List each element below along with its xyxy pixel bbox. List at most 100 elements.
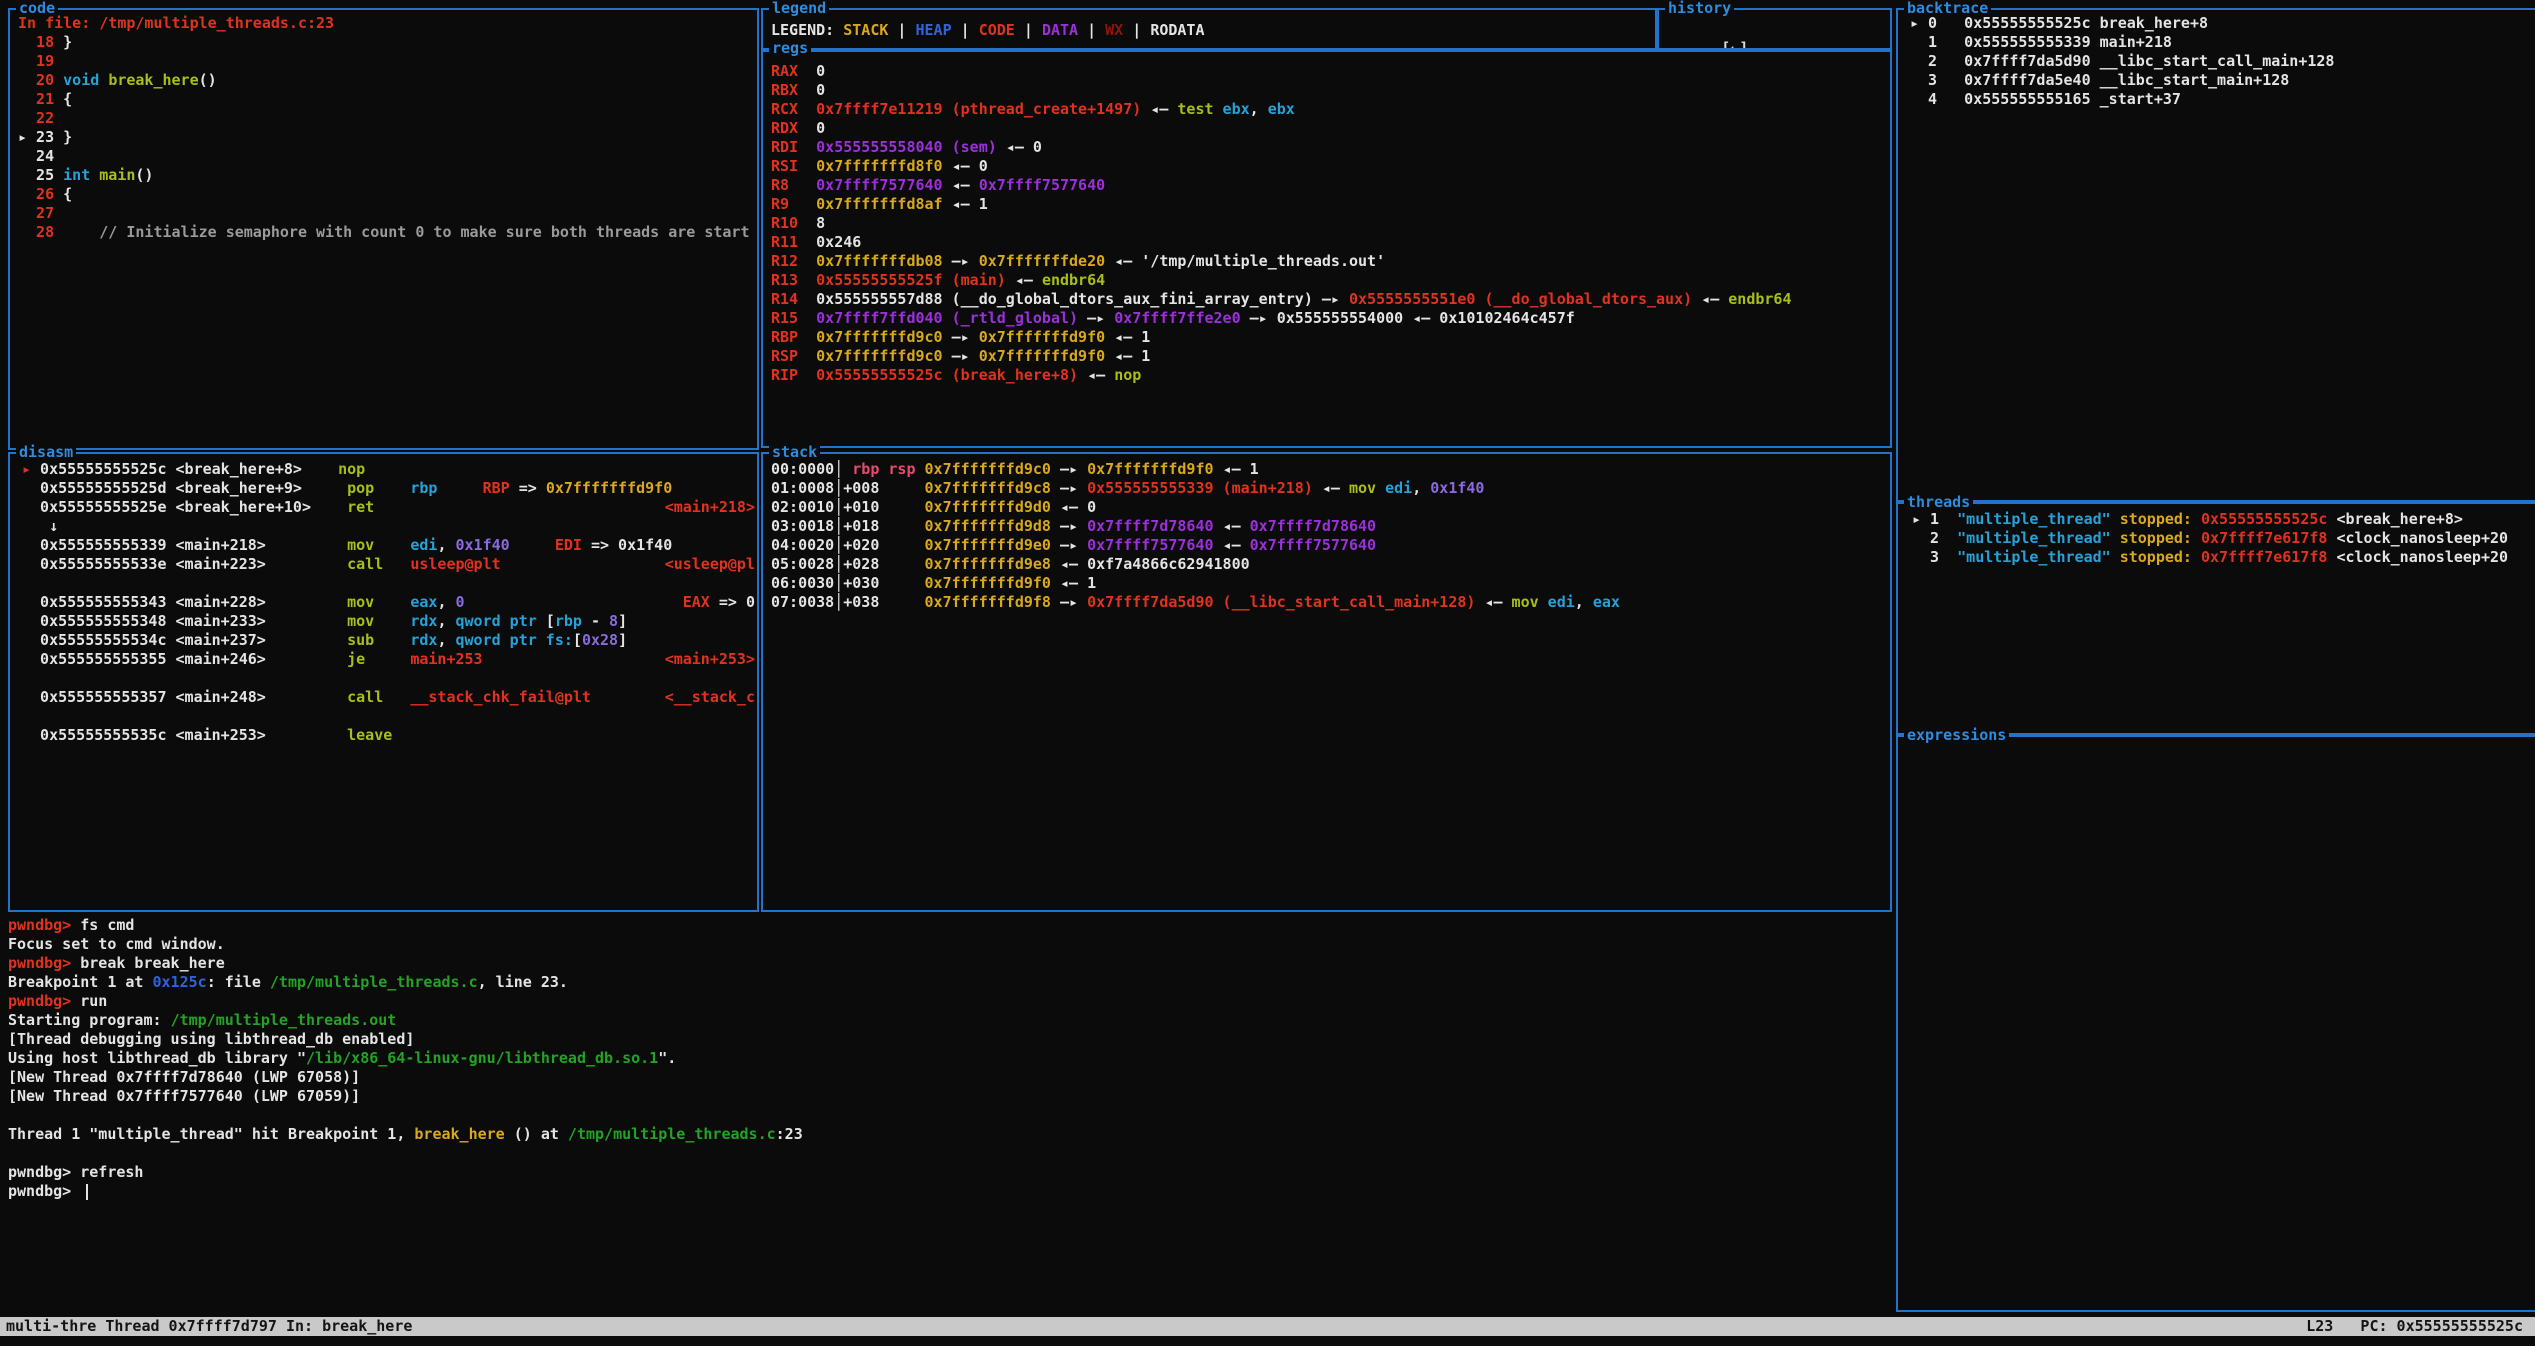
stack-line: 02:0010│+010 0x7fffffffd9d0 ◂— 0: [771, 498, 1890, 517]
registers-segment: test: [1177, 100, 1213, 118]
disasm-segment: [374, 631, 410, 649]
stack-segment: 06:0030: [771, 574, 834, 592]
registers-segment: 0x7ffff7ffe2e0: [1114, 309, 1240, 327]
disasm-segment: [266, 631, 347, 649]
code-segment: (): [199, 71, 217, 89]
disasm-segment: 0x555555555339 <main+218>: [22, 536, 266, 554]
terminal-line: pwndbg> fs cmd: [8, 916, 1888, 935]
disasm-segment: ret: [347, 498, 374, 516]
registers-segment: 0x555555554000: [1277, 309, 1403, 327]
threads-segment: <clock_nanosleep+20: [2336, 529, 2508, 547]
legend-segment: CODE: [979, 21, 1015, 39]
disasm-segment: [510, 536, 555, 554]
threads-segment: stopped:: [2120, 510, 2192, 528]
threads-segment: <break_here+8>: [2336, 510, 2462, 528]
stack-segment: 0x7fffffffd9e0: [925, 536, 1051, 554]
threads-segment: 0x7ffff7e617f8: [2201, 529, 2327, 547]
terminal-segment: run: [80, 992, 107, 1010]
stack-segment: 0x7ffff7d78640: [1250, 517, 1376, 535]
threads-line: 2 "multiple_thread" stopped: 0x7ffff7e61…: [1912, 529, 2535, 548]
registers-segment: ◂—: [1141, 100, 1177, 118]
threads-line: 3 "multiple_thread" stopped: 0x7ffff7e61…: [1912, 548, 2535, 567]
disasm: ▸ 0x55555555525c <break_here+8> nop 0x55…: [10, 454, 757, 910]
disasm-segment: [266, 536, 347, 554]
disasm-line: 0x55555555525d <break_here+9> pop rbp RB…: [22, 479, 757, 498]
stack-segment: —▸: [1051, 479, 1087, 497]
disasm-line: 0x555555555348 <main+233> mov rdx, qword…: [22, 612, 757, 631]
registers-line: R13 0x55555555525f (main) ◂— endbr64: [771, 271, 1890, 290]
code-line: 27: [18, 204, 757, 223]
registers-segment: 8: [816, 214, 825, 232]
registers-segment: R15: [771, 309, 816, 327]
legend-segment: |: [952, 21, 979, 39]
legend-segment: |: [888, 21, 915, 39]
code-segment: break_here: [108, 71, 198, 89]
terminal-line: Breakpoint 1 at 0x125c: file /tmp/multip…: [8, 973, 1888, 992]
registers-segment: ebx: [1268, 100, 1295, 118]
registers-segment: —▸: [943, 347, 979, 365]
registers-segment: R11: [771, 233, 816, 251]
disasm-segment: mov: [347, 536, 374, 554]
code-segment: 22: [18, 109, 54, 127]
disasm-segment: => 0: [710, 593, 755, 611]
stack-segment: 00:0000: [771, 460, 834, 478]
threads-segment: 2: [1912, 529, 1957, 547]
terminal-line: Focus set to cmd window.: [8, 935, 1888, 954]
terminal-segment: Starting program:: [8, 1011, 171, 1029]
registers-line: R9 0x7fffffffd8af ◂— 1: [771, 195, 1890, 214]
registers-segment: ◂— 1: [943, 195, 988, 213]
stack-segment: ◂—: [1313, 479, 1349, 497]
code-segment: int: [63, 166, 90, 184]
code-segment: 25: [18, 166, 63, 184]
terminal-segment: Thread 1 "multiple_thread" hit Breakpoin…: [8, 1125, 414, 1143]
disasm-segment: [266, 612, 347, 630]
disasm-segment: ,: [437, 631, 455, 649]
stack-segment: 0x7fffffffd9e8: [925, 555, 1051, 573]
stack-segment: 03:0018: [771, 517, 834, 535]
registers-segment: 0x7ffff7577640: [979, 176, 1105, 194]
stack-segment: [1539, 593, 1548, 611]
code-line: 24: [18, 147, 757, 166]
stack-segment: 0x555555555339 (main+218): [1087, 479, 1313, 497]
stack-segment: 0x7fffffffd9f0: [1087, 460, 1213, 478]
disasm-segment: [266, 726, 347, 744]
stack-segment: 0x7fffffffd9c0: [925, 460, 1051, 478]
disasm-line: ▸ 0x55555555525c <break_here+8> nop: [22, 460, 757, 479]
code-line: ▸ 23 }: [18, 128, 757, 147]
terminal-line: [Thread debugging using libthread_db ena…: [8, 1030, 1888, 1049]
code-line: 28 // Initialize semaphore with count 0 …: [18, 223, 757, 242]
registers-line: R11 0x246: [771, 233, 1890, 252]
code-segment: (): [135, 166, 153, 184]
disasm-segment: 0x55555555533e <main+223>: [22, 555, 266, 573]
registers-segment: 0x7fffffffd9f0: [979, 347, 1105, 365]
threads: ▸ 1 "multiple_thread" stopped: 0x5555555…: [1898, 504, 2535, 733]
legend-segment: DATA: [1042, 21, 1078, 39]
disasm-line: 0x555555555357 <main+248> call __stack_c…: [22, 688, 757, 707]
terminal-segment: pwndbg>: [8, 992, 80, 1010]
code-segment: [99, 71, 108, 89]
registers-segment: RBX: [771, 81, 816, 99]
disasm-line: 0x55555555533e <main+223> call usleep@pl…: [22, 555, 757, 574]
legend-segment: WX: [1105, 21, 1123, 39]
disasm-segment: 0x555555555355 <main+246>: [22, 650, 266, 668]
registers-segment: 0x555555557d88 (__do_global_dtors_aux_fi…: [816, 290, 1313, 308]
terminal[interactable]: pwndbg> fs cmdFocus set to cmd window. pw…: [8, 916, 1888, 1311]
legend-segment: RODATA: [1150, 21, 1204, 39]
stack-segment: 0x1f40: [1430, 479, 1484, 497]
registers-line: RIP 0x55555555525c (break_here+8) ◂— nop: [771, 366, 1890, 385]
stack-segment: 0x7ffff7da5d90 (__libc_start_call_main+1…: [1087, 593, 1475, 611]
terminal-segment: /lib/x86_64-linux-gnu/libthread_db.so.1: [306, 1049, 658, 1067]
registers-segment: ◂— 0: [943, 157, 988, 175]
terminal-line: pwndbg>: [8, 1182, 1888, 1201]
disasm-segment: qword ptr: [456, 612, 537, 630]
stack-segment: ◂—: [1214, 536, 1250, 554]
registers-segment: endbr64: [1042, 271, 1105, 289]
registers-segment: 0x7ffff7577640: [816, 176, 942, 194]
disasm-segment: je: [347, 650, 365, 668]
stack-segment: rbp rsp: [852, 460, 915, 478]
registers-segment: ◂—: [1078, 366, 1114, 384]
terminal-segment: [New Thread 0x7ffff7d78640 (LWP 67058)]: [8, 1068, 360, 1086]
disasm-right-annotation: <main+218>: [665, 498, 755, 517]
registers-segment: ◂—: [1692, 290, 1728, 308]
registers-segment: 0x246: [816, 233, 861, 251]
